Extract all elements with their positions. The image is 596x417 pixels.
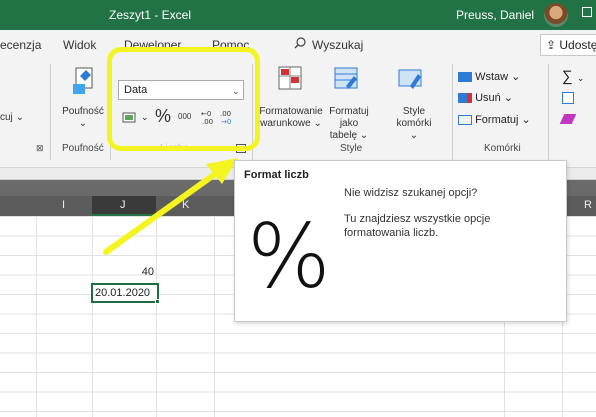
column-header-i[interactable]: I	[62, 199, 65, 211]
autosum-button[interactable]: ∑ ⌄	[562, 68, 584, 85]
group-separator	[50, 64, 51, 160]
format-liczb-tooltip: Format liczb Nie widzisz szukanej opcji?…	[234, 160, 567, 322]
delete-cells-icon	[458, 93, 472, 104]
share-button[interactable]: ⇪ Udostę	[540, 34, 596, 56]
formatuj-jako-tabele-button[interactable]: Formatuj jako tabelę ⌄	[322, 106, 376, 142]
share-icon: ⇪	[546, 38, 560, 52]
group-separator	[548, 64, 549, 160]
active-cell-date[interactable]: 20.01.2020	[91, 283, 159, 303]
fill-icon[interactable]	[562, 92, 574, 104]
formatowanie-label-1: Formatowanie	[259, 106, 323, 117]
format-as-table-icon[interactable]	[332, 64, 360, 92]
search-box[interactable]: Wyszukaj	[312, 38, 363, 52]
wstaw-label: Wstaw	[475, 71, 509, 83]
search-icon[interactable]	[294, 37, 306, 49]
tab-recenzja[interactable]: ecenzja	[0, 38, 41, 52]
poufnosc-button[interactable]: Poufność ⌄	[58, 106, 108, 130]
tooltip-description: Tu znajdziesz wszystkie opcje formatowan…	[344, 213, 491, 239]
format-cells-icon	[458, 115, 472, 126]
tooltip-title: Format liczb	[244, 169, 309, 181]
style-komorki-label-1: Style	[402, 106, 426, 117]
ribbon-partial-button[interactable]: cuj ⌄	[0, 112, 24, 124]
chevron-down-icon: ⌄	[78, 118, 88, 129]
formatuj-button[interactable]: Formatuj ⌄	[458, 113, 531, 126]
grid-line	[36, 216, 37, 417]
conditional-formatting-icon[interactable]	[276, 64, 304, 92]
column-header-j[interactable]: J	[120, 199, 126, 211]
tab-widok[interactable]: Widok	[63, 38, 96, 52]
grid-line	[156, 216, 157, 417]
title-bar: Zeszyt1 - Excel Preuss, Daniel	[0, 0, 596, 30]
wstaw-button[interactable]: Wstaw ⌄	[458, 70, 520, 83]
formatuj-label: Formatuj	[475, 114, 519, 126]
cell-styles-icon[interactable]	[396, 64, 424, 92]
highlight-box	[107, 47, 260, 151]
formatuj-tabele-label-1: Formatuj jako	[329, 106, 369, 129]
column-header-r[interactable]: R	[584, 199, 592, 211]
formatowanie-label-2: warunkowe	[260, 118, 311, 129]
formatowanie-warunkowe-button[interactable]: Formatowanie warunkowe ⌄	[256, 106, 326, 130]
share-label: Udostę	[559, 38, 596, 52]
user-name[interactable]: Preuss, Daniel	[456, 8, 534, 22]
autosum-icon: ∑	[562, 68, 573, 85]
formatuj-tabele-label-2: tabelę	[329, 130, 358, 141]
group-label-poufnosc: Poufność	[62, 143, 104, 154]
grid-line	[92, 216, 93, 417]
window-title: Zeszyt1 - Excel	[108, 8, 192, 22]
group-separator	[452, 64, 453, 160]
usun-button[interactable]: Usuń ⌄	[458, 91, 513, 104]
style-komorki-button[interactable]: Style komórki ⌄	[394, 106, 434, 142]
avatar[interactable]	[544, 3, 568, 27]
tooltip-question: Nie widzisz szukanej opcji?	[344, 187, 478, 199]
grid-line	[214, 216, 215, 417]
usun-label: Usuń	[475, 92, 501, 104]
cell-value-number[interactable]: 40	[92, 266, 154, 278]
insert-cells-icon	[458, 72, 472, 83]
group-label-komorki: Komórki	[484, 143, 521, 154]
poufnosc-label: Poufność	[62, 106, 104, 117]
sensitivity-icon[interactable]	[70, 66, 98, 96]
partial-label: cuj	[0, 112, 13, 123]
fill-handle[interactable]	[155, 299, 160, 304]
dialog-launcher-icon[interactable]: ⊠	[36, 143, 44, 154]
column-header-k[interactable]: K	[182, 199, 189, 211]
ribbon-display-options-icon[interactable]	[582, 7, 592, 17]
percent-icon: %	[247, 205, 331, 308]
group-label-style: Style	[340, 143, 363, 154]
style-komorki-label-2: komórki	[396, 118, 432, 129]
